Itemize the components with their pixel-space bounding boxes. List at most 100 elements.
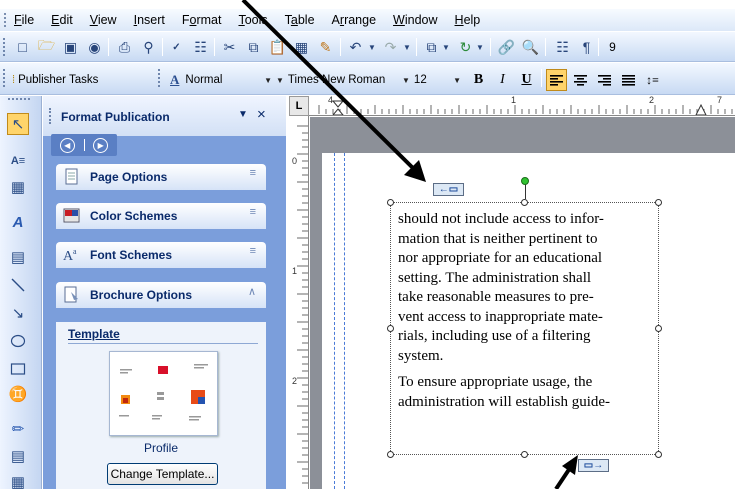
- select-arrow-icon[interactable]: ↖: [7, 113, 29, 135]
- font-selector[interactable]: ▼ Times New Roman: [276, 70, 398, 90]
- forward-icon[interactable]: ▶: [93, 137, 109, 153]
- formatting-toolbar-grip[interactable]: [3, 69, 5, 87]
- print-icon[interactable]: ⎙: [114, 37, 135, 57]
- rotate-icon[interactable]: ↻: [455, 37, 476, 57]
- arrow-line-icon[interactable]: ↘: [7, 302, 29, 324]
- hot-spot-icon[interactable]: ✏: [7, 418, 29, 440]
- chevron-down-icon[interactable]: ▼: [264, 76, 272, 85]
- collapse-chevron-icon[interactable]: ∧: [248, 285, 256, 298]
- justify-button[interactable]: [618, 69, 639, 91]
- menu-bar-grip[interactable]: [4, 13, 7, 27]
- right-indent-marker-icon[interactable]: [695, 104, 707, 116]
- menu-format[interactable]: Format: [182, 13, 222, 27]
- menu-insert[interactable]: Insert: [134, 13, 165, 27]
- expand-chevron-icon[interactable]: ≡: [250, 245, 256, 257]
- bring-to-front-dropdown-icon[interactable]: ▼: [441, 37, 451, 57]
- oval-icon[interactable]: [7, 330, 29, 352]
- expand-chevron-icon[interactable]: ≡: [250, 167, 256, 179]
- go-to-previous-text-box-button[interactable]: ←▭: [433, 183, 464, 196]
- line-spacing-button[interactable]: ↕≡: [642, 69, 663, 91]
- resize-handle-bottom[interactable]: [521, 451, 528, 458]
- rectangle-icon[interactable]: [7, 358, 29, 380]
- spelling-icon[interactable]: ✓: [166, 37, 187, 57]
- redo-dropdown-icon[interactable]: ▼: [402, 37, 412, 57]
- new-icon[interactable]: □: [12, 37, 33, 57]
- menu-file[interactable]: File: [14, 13, 34, 27]
- resize-handle-bottom-right[interactable]: [655, 451, 662, 458]
- cut-icon[interactable]: ✂: [219, 37, 240, 57]
- text-box[interactable]: should not include access to infor- mati…: [390, 202, 659, 455]
- table-icon[interactable]: ▦: [7, 176, 29, 198]
- undo-icon[interactable]: ↶: [345, 37, 366, 57]
- close-icon[interactable]: ×: [257, 106, 266, 123]
- special-characters-icon[interactable]: ¶: [576, 37, 597, 57]
- resize-handle-top[interactable]: [521, 199, 528, 206]
- rotation-handle[interactable]: [521, 177, 529, 185]
- menu-view[interactable]: View: [90, 13, 117, 27]
- task-pane-grip[interactable]: [49, 108, 51, 124]
- menu-table[interactable]: Table: [285, 13, 315, 27]
- permission-icon[interactable]: ◉: [84, 37, 105, 57]
- design-gallery-icon[interactable]: ▤: [7, 445, 29, 467]
- style-selector[interactable]: A Normal ▼: [170, 70, 276, 90]
- menu-edit[interactable]: Edit: [51, 13, 73, 27]
- add-object-icon[interactable]: ▦: [7, 471, 29, 489]
- center-button[interactable]: [570, 69, 591, 91]
- expand-chevron-icon[interactable]: ≡: [250, 206, 256, 218]
- back-icon[interactable]: ◀: [59, 137, 75, 153]
- underline-button[interactable]: U: [516, 69, 537, 91]
- rotate-dropdown-icon[interactable]: ▼: [475, 37, 485, 57]
- zoom-value[interactable]: 9: [602, 37, 623, 57]
- resize-handle-right[interactable]: [655, 325, 662, 332]
- autoshapes-icon[interactable]: ♊: [7, 383, 29, 405]
- section-font-schemes[interactable]: Aa Font Schemes ≡: [56, 242, 266, 268]
- print-preview-icon[interactable]: ⚲: [138, 37, 159, 57]
- open-icon[interactable]: 🗁: [36, 37, 57, 57]
- menu-window[interactable]: Window: [393, 13, 437, 27]
- chevron-down-icon[interactable]: ▼: [276, 76, 284, 85]
- copy-icon[interactable]: ⧉: [243, 37, 264, 57]
- tab-selector[interactable]: L: [289, 96, 309, 116]
- horizontal-ruler[interactable]: 4 1 2 7: [289, 96, 735, 116]
- chevron-down-icon[interactable]: ▼: [453, 76, 461, 85]
- resize-handle-bottom-left[interactable]: [387, 451, 394, 458]
- align-left-button[interactable]: [546, 69, 567, 91]
- wordart-icon[interactable]: A: [7, 211, 29, 233]
- resize-handle-top-left[interactable]: [387, 199, 394, 206]
- bring-to-front-icon[interactable]: ⧉: [421, 37, 442, 57]
- redo-icon[interactable]: ↷: [380, 37, 401, 57]
- template-thumbnail[interactable]: [109, 351, 218, 436]
- change-template-button[interactable]: Change Template...: [107, 463, 218, 485]
- zoom-icon[interactable]: 🔍: [520, 37, 541, 57]
- menu-arrange[interactable]: Arrange: [332, 13, 377, 27]
- chevron-down-icon[interactable]: ▼: [238, 109, 248, 120]
- paste-icon[interactable]: 📋: [267, 37, 288, 57]
- indent-marker-icon[interactable]: [332, 100, 344, 116]
- standard-toolbar-grip[interactable]: [3, 38, 5, 56]
- font-size-selector[interactable]: ▼ 12 ▼: [402, 70, 467, 90]
- save-icon[interactable]: ▣: [60, 37, 81, 57]
- go-to-next-text-box-button[interactable]: ▭→: [578, 459, 609, 472]
- italic-button[interactable]: I: [492, 69, 513, 91]
- line-icon[interactable]: [7, 274, 29, 296]
- menu-tools[interactable]: Tools: [238, 13, 267, 27]
- columns-icon[interactable]: ☷: [552, 37, 573, 57]
- objects-toolbar-grip[interactable]: [8, 98, 30, 100]
- research-icon[interactable]: ☷: [190, 37, 211, 57]
- insert-hyperlink-icon[interactable]: 🔗: [496, 37, 517, 57]
- section-color-schemes[interactable]: Color Schemes ≡: [56, 203, 266, 229]
- undo-dropdown-icon[interactable]: ▼: [367, 37, 377, 57]
- vertical-ruler[interactable]: 0 1 2: [289, 116, 309, 489]
- text-box-icon[interactable]: A≡: [7, 150, 29, 172]
- resize-handle-top-right[interactable]: [655, 199, 662, 206]
- chevron-down-icon[interactable]: ▼: [402, 76, 410, 85]
- bold-button[interactable]: B: [468, 69, 489, 91]
- menu-help[interactable]: Help: [455, 13, 481, 27]
- publisher-tasks-button[interactable]: ⁞ Publisher Tasks: [12, 71, 98, 89]
- section-page-options[interactable]: Page Options ≡: [56, 164, 266, 190]
- text-box-content[interactable]: should not include access to infor- mati…: [398, 210, 656, 419]
- style-grip[interactable]: [158, 69, 160, 87]
- section-brochure-options[interactable]: Brochure Options ∧: [56, 282, 266, 308]
- resize-handle-left[interactable]: [387, 325, 394, 332]
- format-painter-icon[interactable]: ✎: [315, 37, 336, 57]
